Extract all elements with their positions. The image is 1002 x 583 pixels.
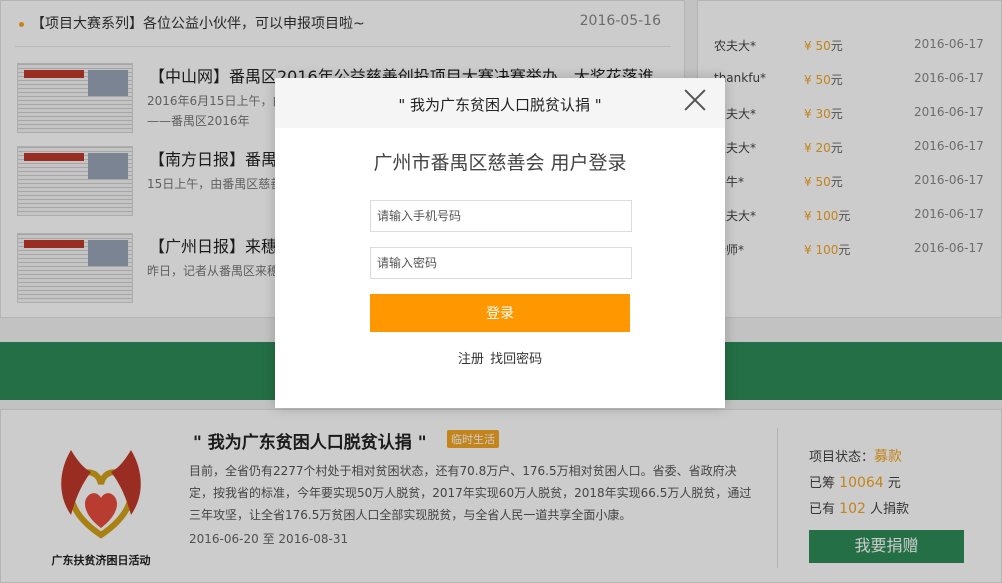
modal-header-title: " 我为广东贫困人口脱贫认捐 ": [398, 96, 602, 114]
recover-password-link[interactable]: 找回密码: [490, 352, 542, 367]
page: 【项目大赛系列】各位公益小伙伴，可以申报项目啦~ 2016-05-16 【中山网…: [0, 0, 1002, 583]
register-link[interactable]: 注册: [458, 352, 484, 367]
login-button[interactable]: 登录: [370, 294, 630, 332]
phone-input[interactable]: [370, 200, 632, 232]
modal-title: 广州市番禺区慈善会 用户登录: [373, 152, 627, 174]
password-input[interactable]: [370, 247, 632, 279]
login-modal: " 我为广东贫困人口脱贫认捐 " 广州市番禺区慈善会 用户登录 登录 注册 找回…: [275, 78, 725, 408]
modal-header: " 我为广东贫困人口脱贫认捐 ": [275, 78, 725, 128]
close-icon[interactable]: [681, 86, 709, 114]
modal-links: 注册 找回密码: [275, 348, 725, 367]
